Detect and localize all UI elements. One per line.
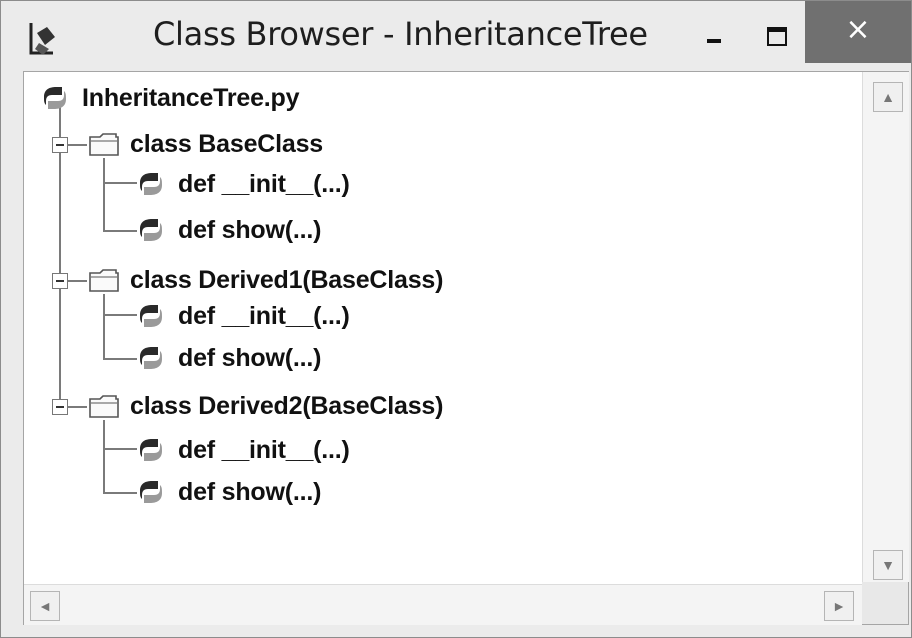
tree-line xyxy=(103,420,105,494)
method-label: def show(...) xyxy=(178,343,322,372)
maximize-button[interactable] xyxy=(753,7,799,57)
tree-line xyxy=(103,492,137,494)
scroll-left-button[interactable]: ◄ xyxy=(30,591,60,621)
collapse-toggle-derived2[interactable] xyxy=(52,399,68,415)
method-label: def __init__(...) xyxy=(178,435,350,464)
class-label: class BaseClass xyxy=(130,129,323,158)
close-icon: × xyxy=(845,12,871,47)
python-method-icon xyxy=(140,439,162,461)
python-method-icon xyxy=(140,173,162,195)
class-browser-window: Class Browser - InheritanceTree × Inheri… xyxy=(0,0,912,638)
window-title: Class Browser - InheritanceTree xyxy=(153,15,648,53)
horizontal-scrollbar[interactable]: ◄ ► xyxy=(24,584,862,625)
tree-line xyxy=(103,448,137,450)
tree-item-class[interactable]: class Derived1(BaseClass) xyxy=(88,260,443,300)
app-class-browser-icon[interactable] xyxy=(23,19,63,59)
tree-item-class[interactable]: class BaseClass xyxy=(88,124,323,164)
right-arrow-icon: ► xyxy=(832,598,846,614)
method-label: def __init__(...) xyxy=(178,169,350,198)
scroll-right-button[interactable]: ► xyxy=(824,591,854,621)
tree-line xyxy=(103,230,137,232)
tree-item-class[interactable]: class Derived2(BaseClass) xyxy=(88,386,443,426)
tree-item-method[interactable]: def show(...) xyxy=(136,338,321,378)
title-bar[interactable]: Class Browser - InheritanceTree × xyxy=(1,1,911,71)
scroll-down-button[interactable]: ▼ xyxy=(873,550,903,580)
class-label: class Derived2(BaseClass) xyxy=(130,391,444,420)
tree-item-module[interactable]: InheritanceTree.py xyxy=(40,78,300,118)
tree-line xyxy=(103,182,137,184)
down-arrow-icon: ▼ xyxy=(881,557,895,573)
class-label: class Derived1(BaseClass) xyxy=(130,265,444,294)
tree-view[interactable]: InheritanceTree.py class BaseClass def _… xyxy=(23,71,909,625)
vertical-scrollbar[interactable]: ▲ ▼ xyxy=(862,72,909,582)
tree-item-method[interactable]: def show(...) xyxy=(136,472,321,512)
folder-icon xyxy=(89,133,119,156)
method-label: def show(...) xyxy=(178,215,322,244)
tree-line xyxy=(103,358,137,360)
method-label: def __init__(...) xyxy=(178,301,350,330)
folder-icon xyxy=(89,269,119,292)
python-method-icon xyxy=(140,305,162,327)
tree-item-method[interactable]: def show(...) xyxy=(136,210,321,250)
python-file-icon xyxy=(44,87,66,109)
tree-item-method[interactable]: def __init__(...) xyxy=(136,430,350,470)
close-button[interactable]: × xyxy=(805,1,911,63)
module-label: InheritanceTree.py xyxy=(82,83,300,112)
tree-item-method[interactable]: def __init__(...) xyxy=(136,296,350,336)
scrollbar-corner xyxy=(862,582,908,624)
python-method-icon xyxy=(140,347,162,369)
minimize-button[interactable] xyxy=(691,7,737,57)
collapse-toggle-derived1[interactable] xyxy=(52,273,68,289)
tree-line xyxy=(103,158,105,232)
tree-line xyxy=(103,314,137,316)
collapse-toggle-baseclass[interactable] xyxy=(52,137,68,153)
left-arrow-icon: ◄ xyxy=(38,598,52,614)
tree-line xyxy=(103,294,105,360)
scroll-up-button[interactable]: ▲ xyxy=(873,82,903,112)
python-method-icon xyxy=(140,481,162,503)
tree-item-method[interactable]: def __init__(...) xyxy=(136,164,350,204)
python-method-icon xyxy=(140,219,162,241)
method-label: def show(...) xyxy=(178,477,322,506)
up-arrow-icon: ▲ xyxy=(881,89,895,105)
folder-icon xyxy=(89,395,119,418)
